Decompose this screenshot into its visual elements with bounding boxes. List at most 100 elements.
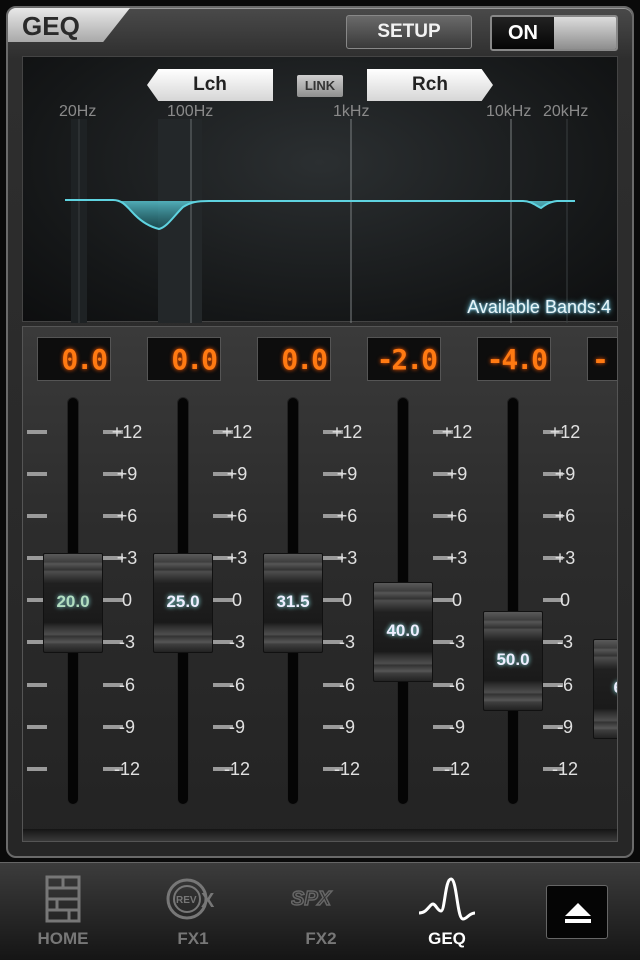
fader-knob[interactable]: 31.5 [263,553,323,653]
scale-label: -12 [443,759,470,779]
tab-home[interactable]: HOME [8,863,118,960]
available-bands-label: Available Bands:4 [467,297,611,317]
power-toggle[interactable]: ON [490,15,618,51]
gain-display: -4.0 [477,337,551,381]
scale-label: -9 [338,717,355,737]
scale-tick [27,767,47,771]
power-toggle-label: ON [492,17,554,49]
scale-label: +9 [554,464,576,484]
scale-label: +9 [446,464,468,484]
scale-label: -3 [228,632,245,652]
gain-display: 0.0 [257,337,331,381]
scale-label: -6 [118,675,135,695]
fader-knob[interactable]: 50.0 [483,611,543,711]
scale-label: -12 [113,759,140,779]
scale-label: +3 [116,548,138,568]
scale-label: +12 [331,422,363,442]
scale-label: -3 [338,632,355,652]
scale-label: +6 [226,506,248,526]
band-frequency: 31.5 [276,592,310,611]
scale-label: 0 [559,590,570,610]
panel-bottom-bevel [23,829,617,841]
scale-label: -6 [448,675,465,695]
gain-display: 0.0 [147,337,221,381]
eject-icon [565,903,591,923]
svg-text:REV: REV [176,895,197,906]
scale-label: +6 [554,506,576,526]
eject-button[interactable] [546,885,608,939]
scale-label: 0 [451,590,462,610]
scale-tick [27,725,47,729]
svg-text:SPX: SPX [291,888,333,910]
tab-fx2[interactable]: SPX FX2 [266,863,376,960]
fader-knob[interactable]: 40.0 [373,582,433,682]
scale-label: +6 [116,506,138,526]
scale-label: 0 [231,590,242,610]
right-channel-button[interactable]: Rch [367,69,493,101]
fader-knob[interactable]: 63 [593,639,617,739]
scale-tick [27,514,47,518]
band-frequency: 63 [594,678,617,698]
scale-label: -9 [556,717,573,737]
tab-fx1[interactable]: REV X FX1 [138,863,248,960]
freq-label-20khz: 20kHz [543,103,589,120]
scale-tick [27,683,47,687]
band-frequency: 25.0 [166,592,200,611]
power-toggle-thumb[interactable] [554,17,616,49]
scale-label: -6 [556,675,573,695]
eq-graph: Lch LINK Rch 20Hz 100Hz 1kHz 10kHz 20kHz… [22,56,618,323]
scale-label: -12 [223,759,250,779]
svg-text:X: X [201,890,215,912]
page-title: GEQ [22,11,80,41]
scale-label: +12 [549,422,581,442]
scale-label: +3 [554,548,576,568]
scale-label: +6 [336,506,358,526]
setup-button[interactable]: SETUP [346,15,472,49]
scale-label: 0 [341,590,352,610]
freq-label-10khz: 10kHz [486,103,532,120]
scale-label: +3 [336,548,358,568]
scale-label: +12 [441,422,473,442]
tab-label: FX1 [177,929,209,948]
scale-label: -6 [338,675,355,695]
tab-label: HOME [37,929,89,948]
scale-label: -3 [556,632,573,652]
scale-tick [27,430,47,434]
scale-label: +12 [221,422,253,442]
freq-label-1khz: 1kHz [333,103,370,120]
fader-knob[interactable]: 20.0 [43,553,103,653]
scale-label: -9 [228,717,245,737]
scale-label: +9 [116,464,138,484]
rev-x-icon: REV X [166,878,215,920]
left-channel-button[interactable]: Lch [147,69,273,101]
scale-label: +9 [226,464,248,484]
tab-geq[interactable]: GEQ [392,863,502,960]
tab-label: FX2 [305,929,337,948]
scale-tick [27,472,47,476]
tab-bar: HOME REV X FX1 SPX FX2 GEQ [0,862,640,960]
eq-curve-fill [65,200,575,229]
freq-label-100hz: 100Hz [167,103,214,120]
band-frequency: 20.0 [56,592,90,611]
gain-display: -2.0 [367,337,441,381]
scale-label: +9 [336,464,358,484]
spx-icon: SPX [291,887,333,911]
fader-track[interactable] [507,397,519,805]
tab-label: GEQ [428,929,466,948]
gain-display: - [587,337,617,381]
scale-label: +6 [446,506,468,526]
scale-label: -9 [448,717,465,737]
scale-label: -3 [118,632,135,652]
scale-label: -12 [551,759,578,779]
band-frequency: 50.0 [496,650,530,669]
scale-label: +3 [226,548,248,568]
link-button[interactable]: LINK [297,75,343,97]
scale-label: 0 [121,590,132,610]
fader-knob[interactable]: 25.0 [153,553,213,653]
scale-label: -12 [333,759,360,779]
freq-label-20hz: 20Hz [59,103,97,120]
fader-panel: 0.0 20.0 0.0 25.0 0.0 31.5 -2.0 40.0 -4.… [22,326,618,842]
gain-display: 0.0 [37,337,111,381]
scale-label: -9 [118,717,135,737]
band-frequency: 40.0 [386,621,420,640]
